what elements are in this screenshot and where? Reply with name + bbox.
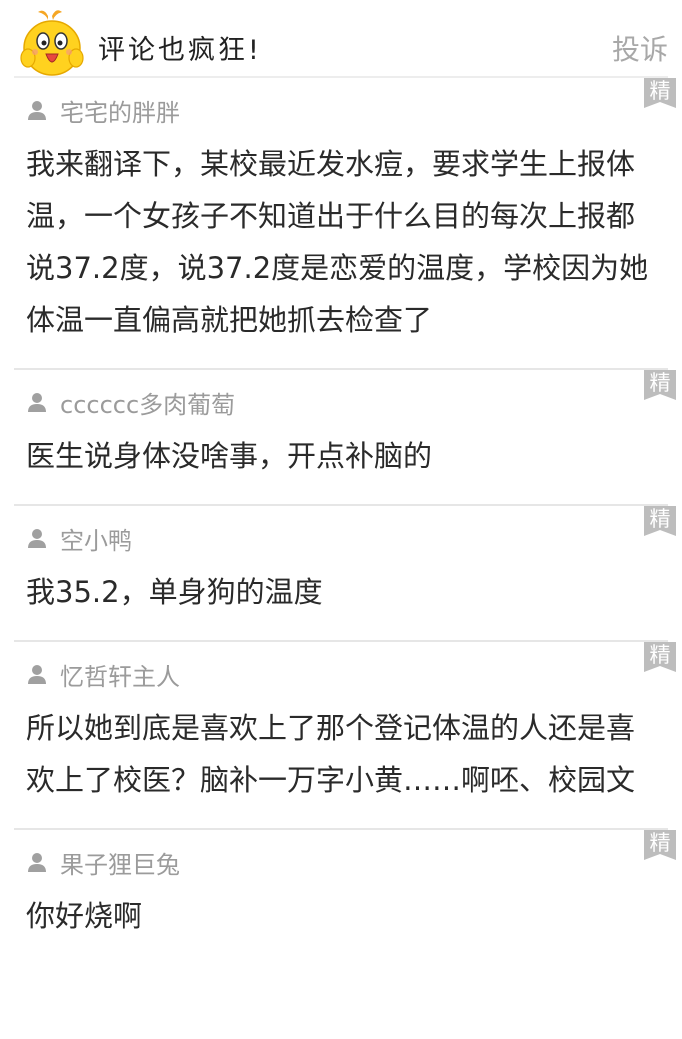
comment-list: 精 宅宅的胖胖 我来翻译下，某校最近发水痘，要求学生上报体温，一个女孩子不知道出… (0, 76, 682, 964)
comment-author[interactable]: 宅宅的胖胖 (60, 93, 180, 128)
user-icon (28, 393, 46, 412)
badge-label: 精 (649, 79, 671, 103)
featured-badge: 精 (644, 830, 676, 860)
comment-text: 所以她到底是喜欢上了那个登记体温的人还是喜欢上了校医？脑补一万字小黄……啊呸、校… (26, 711, 636, 797)
comment-item: 精 忆哲轩主人 所以她到底是喜欢上了那个登记体温的人还是喜欢上了校医？脑补一万字… (14, 640, 676, 828)
comment-author[interactable]: 果子狸巨兔 (60, 845, 180, 880)
page-title: 评论也疯狂! (98, 35, 262, 66)
comment-text: 我来翻译下，某校最近发水痘，要求学生上报体温，一个女孩子不知道出于什么目的每次上… (26, 147, 649, 337)
badge-label: 精 (649, 831, 671, 855)
comment-item: 精 果子狸巨兔 你好烧啊 (14, 828, 676, 964)
user-icon (28, 665, 46, 684)
comment-item: 精 cccccc多肉葡萄 医生说身体没啥事，开点补脑的 (14, 368, 676, 504)
header-bar: 评论也疯狂! 投诉 (0, 0, 682, 80)
user-icon (28, 529, 46, 548)
badge-label: 精 (649, 371, 671, 395)
featured-badge: 精 (644, 506, 676, 536)
featured-badge: 精 (644, 370, 676, 400)
comment-text: 医生说身体没啥事，开点补脑的 (26, 439, 433, 473)
user-icon (28, 101, 46, 120)
featured-badge: 精 (644, 642, 676, 672)
comment-item: 精 宅宅的胖胖 我来翻译下，某校最近发水痘，要求学生上报体温，一个女孩子不知道出… (14, 76, 676, 368)
comment-item: 精 空小鸭 我35.2，单身狗的温度 (14, 504, 676, 640)
comment-author[interactable]: 空小鸭 (60, 521, 132, 556)
mascot-chick-icon (20, 10, 84, 76)
user-icon (28, 853, 46, 872)
comment-author[interactable]: cccccc多肉葡萄 (60, 385, 235, 420)
badge-label: 精 (649, 507, 671, 531)
comment-author[interactable]: 忆哲轩主人 (60, 657, 180, 692)
comment-text: 我35.2，单身狗的温度 (26, 575, 323, 609)
report-button[interactable]: 投诉 (612, 28, 668, 68)
featured-badge: 精 (644, 78, 676, 108)
badge-label: 精 (649, 643, 671, 667)
comment-text: 你好烧啊 (26, 899, 143, 933)
